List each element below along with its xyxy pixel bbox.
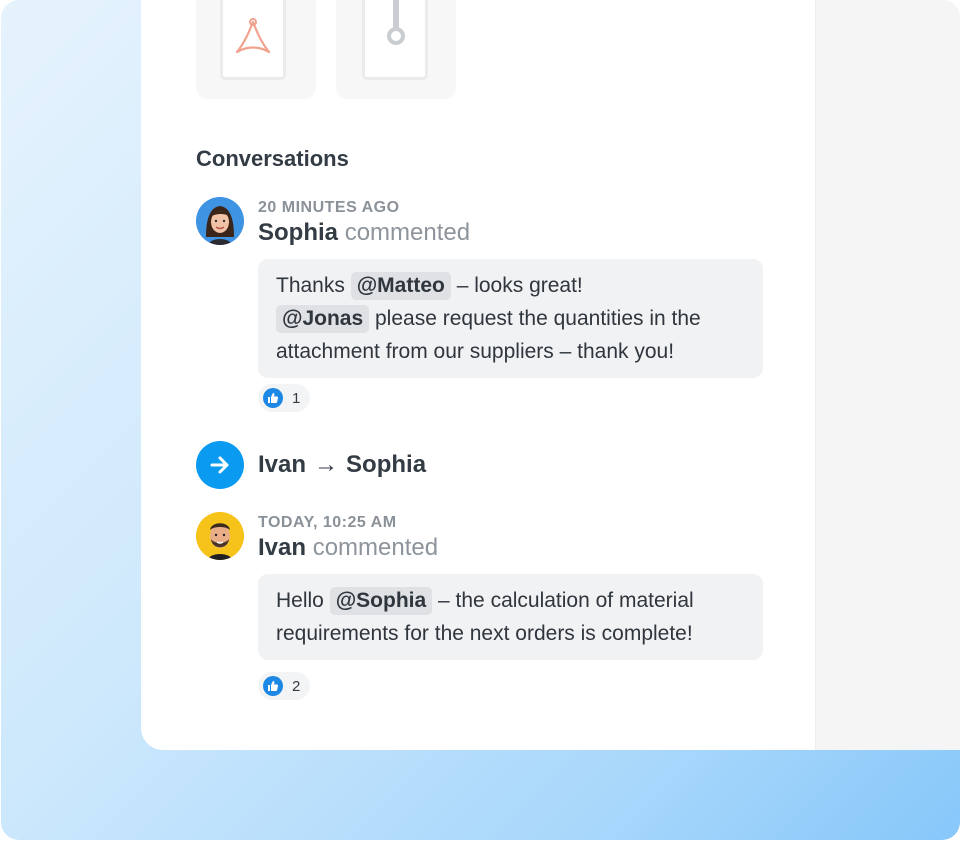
background-frame: Conversations 20 MINUTES AGO Sophia comm… (1, 0, 960, 840)
zip-document-icon (362, 0, 428, 80)
thumbs-up-icon (263, 388, 283, 408)
comment-text: Hello (276, 589, 330, 612)
like-reaction[interactable]: 1 (258, 384, 311, 412)
mention-matteo[interactable]: @Matteo (350, 272, 451, 300)
zip-icon (387, 0, 405, 45)
comment-verb: commented (312, 534, 439, 561)
assignment-change: Ivan → Sophia (258, 451, 426, 479)
ivan-avatar-image (196, 512, 244, 560)
assignment-arrow-icon (196, 441, 244, 489)
comment-timestamp: TODAY, 10:25 AM (258, 514, 397, 531)
attachment-pdf[interactable] (196, 0, 316, 99)
mention-jonas[interactable]: @Jonas (276, 305, 370, 333)
comment-bubble: Hello @Sophia – the calculation of mater… (258, 574, 763, 660)
arrow-right-icon (210, 456, 229, 474)
comment-header: Sophia commented (258, 219, 470, 247)
like-count: 1 (292, 389, 301, 407)
handoff-arrow: → (314, 451, 339, 478)
comment-verb: commented (344, 219, 471, 246)
comment-bubble: Thanks @Matteo – looks great! @Jonas ple… (258, 259, 763, 378)
handoff-from[interactable]: Ivan (258, 451, 306, 478)
comment-text: – looks great! (450, 274, 583, 297)
comment-author[interactable]: Sophia (258, 219, 338, 246)
comment-text: Thanks (276, 274, 351, 297)
sophia-avatar-image (196, 197, 244, 245)
avatar-sophia[interactable] (196, 197, 244, 245)
like-reaction[interactable]: 2 (258, 672, 311, 700)
attachment-zip[interactable] (336, 0, 456, 99)
task-detail-panel: Conversations 20 MINUTES AGO Sophia comm… (141, 0, 960, 750)
mention-sophia[interactable]: @Sophia (329, 587, 433, 615)
pdf-icon (235, 18, 271, 54)
comment-author[interactable]: Ivan (258, 534, 306, 561)
conversations-heading: Conversations (196, 146, 349, 171)
like-count: 2 (292, 677, 301, 695)
comment-timestamp: 20 MINUTES AGO (258, 199, 400, 216)
pdf-document-icon (220, 0, 286, 80)
thumbs-up-icon (263, 676, 283, 696)
handoff-to[interactable]: Sophia (346, 451, 426, 478)
avatar-ivan[interactable] (196, 512, 244, 560)
right-sidebar (815, 0, 960, 750)
comment-header: Ivan commented (258, 534, 438, 562)
